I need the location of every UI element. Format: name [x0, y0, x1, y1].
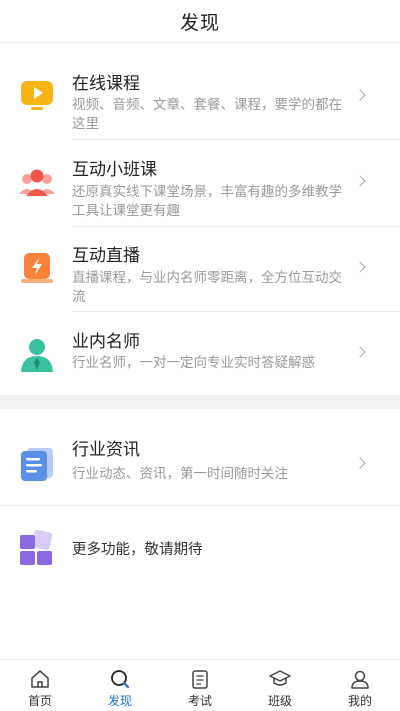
chevron-right-icon	[354, 346, 366, 358]
more-features-icon	[20, 530, 53, 565]
tab-discover[interactable]: 发现	[80, 660, 160, 711]
list-item-desc: 视频、音频、文章、套餐、课程，要学的都在这里	[72, 97, 342, 132]
exam-paper-icon	[192, 670, 208, 689]
list-item-desc: 行业动态、资讯，第一时间随时关注	[72, 466, 288, 482]
list-item-desc: 直播课程，与业内名师零距离，全方位互动交流	[72, 270, 342, 305]
chevron-right-icon	[354, 89, 366, 101]
list-item-title: 业内名师	[72, 332, 140, 352]
list-item-title: 互动直播	[72, 246, 140, 266]
list-item-desc: 还原真实线下课堂场景，丰富有趣的多维教学工具让课堂更有趣	[72, 184, 342, 219]
list-item-desc: 行业名师，一对一定向专业实时答疑解惑	[72, 355, 315, 371]
list-item-title: 在线课程	[72, 74, 140, 94]
group-users-icon	[19, 169, 55, 196]
list-item-industry-news[interactable]: 行业资讯 行业动态、资讯，第一时间随时关注	[0, 409, 400, 505]
list-item-online-course[interactable]: 在线课程 视频、音频、文章、套餐、课程，要学的都在这里	[0, 52, 400, 138]
tab-home[interactable]: 首页	[0, 660, 80, 711]
chevron-right-icon	[354, 457, 366, 469]
discover-search-icon	[111, 670, 130, 689]
tab-label: 我的	[347, 694, 372, 708]
bottom-tab-bar: 首页 发现 考试 班级 我的	[0, 659, 400, 711]
news-document-icon	[21, 448, 53, 481]
divider	[0, 505, 400, 506]
user-profile-icon	[351, 670, 369, 689]
page-header: 发现	[0, 0, 400, 43]
tab-label: 班级	[267, 694, 292, 708]
graduation-cap-icon	[269, 670, 291, 686]
chevron-right-icon	[354, 175, 366, 187]
section-gap	[0, 395, 400, 409]
list-item-title: 互动小班课	[72, 160, 157, 180]
tab-label: 发现	[107, 694, 132, 708]
tab-mine[interactable]: 我的	[320, 660, 400, 711]
more-features-label: 更多功能，敬请期待	[72, 542, 203, 558]
live-broadcast-icon	[21, 253, 53, 283]
home-icon	[31, 670, 49, 688]
teacher-icon	[21, 339, 53, 372]
tab-label: 首页	[27, 694, 52, 708]
page-title: 发现	[179, 11, 220, 34]
tab-exam[interactable]: 考试	[160, 660, 240, 711]
tab-class[interactable]: 班级	[240, 660, 320, 711]
list-item-title: 行业资讯	[72, 440, 140, 460]
tab-label: 考试	[187, 694, 212, 708]
video-play-icon	[21, 81, 53, 110]
chevron-right-icon	[354, 261, 366, 273]
list-item-teachers[interactable]: 业内名师 行业名师，一对一定向专业实时答疑解惑	[0, 312, 400, 395]
list-item-live[interactable]: 互动直播 直播课程，与业内名师零距离，全方位互动交流	[0, 227, 400, 311]
list-item-small-class[interactable]: 互动小班课 还原真实线下课堂场景，丰富有趣的多维教学工具让课堂更有趣	[0, 140, 400, 226]
